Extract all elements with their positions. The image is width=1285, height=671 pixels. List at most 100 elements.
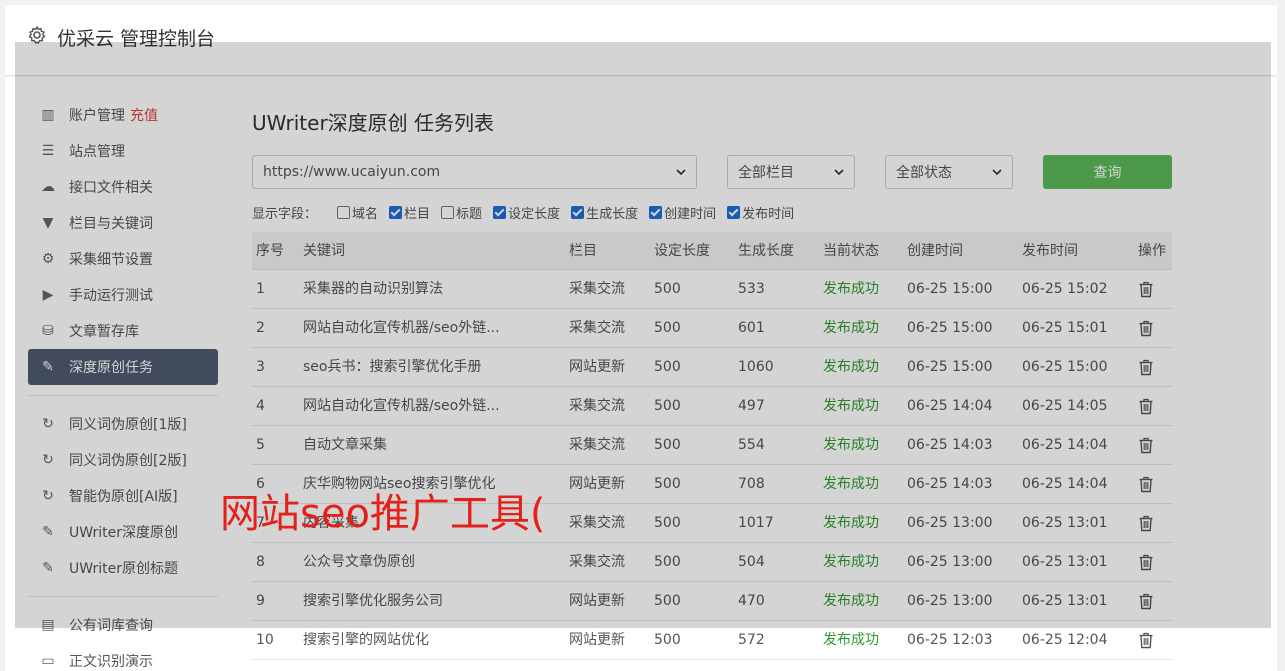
table-cell: 5 xyxy=(256,437,265,453)
table-cell: 06-25 15:00 xyxy=(1022,359,1108,375)
checkbox-box[interactable] xyxy=(337,205,351,219)
column-header: 设定长度 xyxy=(654,243,710,259)
sidebar-item[interactable]: ✎ UWriter深度原创 xyxy=(28,514,218,550)
column-header: 生成长度 xyxy=(738,243,794,259)
bar-chart-icon: ▥ xyxy=(41,107,55,123)
status-text: 发布成功 xyxy=(823,515,879,531)
sidebar-item[interactable]: ▤ 公有词库查询 xyxy=(28,607,218,643)
table-cell: 10 xyxy=(256,632,274,648)
sidebar-item[interactable]: ⛁ 文章暂存库 xyxy=(28,313,218,349)
sidebar-item[interactable]: ↻ 同义词伪原创[1版] xyxy=(28,406,218,442)
field-checkbox[interactable]: 发布时间 xyxy=(727,203,794,222)
trash-icon[interactable] xyxy=(1138,320,1154,337)
refresh-icon: ↻ xyxy=(42,488,54,504)
table-cell: 06-25 14:04 xyxy=(907,398,993,414)
sidebar-item-label: 采集细节设置 xyxy=(69,252,153,268)
checkbox-box[interactable] xyxy=(441,205,455,219)
trash-icon[interactable] xyxy=(1138,398,1154,415)
column-select[interactable]: 全部栏目 xyxy=(727,155,855,189)
table-row: 1 采集器的自动识别算法 采集交流 500 533 发布成功 06-25 15:00 06-2… xyxy=(252,270,1172,309)
sidebar-item[interactable]: ▥ 账户管理 充值 xyxy=(28,97,218,133)
table-cell: 8 xyxy=(256,554,265,570)
sidebar-divider xyxy=(28,596,218,597)
database-icon: ⛁ xyxy=(42,323,54,339)
sidebar-item-label: 同义词伪原创[1版] xyxy=(69,417,187,433)
field-checkbox[interactable]: 标题 xyxy=(441,203,482,222)
status-text: 发布成功 xyxy=(823,320,879,336)
field-checkbox[interactable]: 生成长度 xyxy=(571,203,638,222)
sidebar-item-label: UWriter原创标题 xyxy=(69,561,178,577)
table-cell: 06-25 14:03 xyxy=(907,476,993,492)
trash-icon[interactable] xyxy=(1138,476,1154,493)
content-area: ▥ 账户管理 充值 ☰ 站点管理 ☁ 接口文件相关 ▼ 栏目与关键词 ⚙ 采集细节设置 ▶ 手动运行测试… xyxy=(5,77,1277,671)
table-row: 4 网站自动化宣传机器/seo外链... 采集交流 500 497 发布成功 06-25 1… xyxy=(252,387,1172,426)
table-cell: 500 xyxy=(654,398,681,414)
checkbox-box[interactable] xyxy=(571,205,585,219)
table-cell: 06-25 14:03 xyxy=(907,437,993,453)
site-select[interactable]: https://www.ucaiyun.com xyxy=(252,155,697,189)
sidebar-item-label: 正文识别演示 xyxy=(69,654,153,670)
trash-icon[interactable] xyxy=(1138,554,1154,571)
sidebar-item[interactable]: ▭ 正文识别演示 xyxy=(28,643,218,671)
sidebar-item[interactable]: ⚙ 采集细节设置 xyxy=(28,241,218,277)
table-cell: 533 xyxy=(738,281,765,297)
checkbox-box[interactable] xyxy=(649,205,663,219)
sidebar-item[interactable]: ☁ 接口文件相关 xyxy=(28,169,218,205)
table-row: 8 公众号文章伪原创 采集交流 500 504 发布成功 06-25 13:00 06-25 … xyxy=(252,543,1172,582)
field-checkbox-label: 栏目 xyxy=(404,206,431,222)
field-checkbox[interactable]: 域名 xyxy=(337,203,378,222)
field-checkbox[interactable]: 设定长度 xyxy=(493,203,560,222)
refresh-icon: ↻ xyxy=(42,416,54,432)
table-cell: 采集交流 xyxy=(569,554,625,570)
chevron-down-icon xyxy=(676,169,686,176)
table-cell: 采集交流 xyxy=(569,515,625,531)
checkbox-box[interactable] xyxy=(389,205,403,219)
trash-icon[interactable] xyxy=(1138,632,1154,649)
table-cell: 网站更新 xyxy=(569,476,625,492)
checkbox-box[interactable] xyxy=(493,205,507,219)
table-header: 序号 关键词 栏目 设定长度 生成长度 当前状态 创建时间 发布时间 操作 xyxy=(252,232,1172,270)
sidebar-item-label: 手动运行测试 xyxy=(69,288,153,304)
table-cell: 采集交流 xyxy=(569,281,625,297)
table-row: 9 搜索引擎优化服务公司 网站更新 500 470 发布成功 06-25 13:00 06-2… xyxy=(252,582,1172,621)
field-checkbox[interactable]: 栏目 xyxy=(389,203,430,222)
table-row: 2 网站自动化宣传机器/seo外链... 采集交流 500 601 发布成功 06-25 1… xyxy=(252,309,1172,348)
field-checkbox-label: 域名 xyxy=(352,206,379,222)
table-cell: 06-25 13:00 xyxy=(907,515,993,531)
server-icon: ☰ xyxy=(41,143,55,159)
table-cell: 500 xyxy=(654,281,681,297)
checkbox-box[interactable] xyxy=(727,205,741,219)
sidebar-item-label: 文章暂存库 xyxy=(69,324,139,340)
table-row: 10 搜索引擎的网站优化 网站更新 500 572 发布成功 06-25 12:03 06-2… xyxy=(252,621,1172,660)
field-checkbox[interactable]: 创建时间 xyxy=(649,203,716,222)
table-cell: 网站自动化宣传机器/seo外链... xyxy=(303,320,500,336)
sidebar-item[interactable]: ↻ 智能伪原创[AI版] xyxy=(28,478,218,514)
trash-icon[interactable] xyxy=(1138,437,1154,454)
table-cell: 搜索引擎的网站优化 xyxy=(303,632,429,648)
sidebar-item-label: 栏目与关键词 xyxy=(69,216,153,232)
table-cell: 500 xyxy=(654,437,681,453)
table-cell: 9 xyxy=(256,593,265,609)
sidebar-item-label: UWriter深度原创 xyxy=(69,525,178,541)
sidebar-item[interactable]: ✎ 深度原创任务 xyxy=(28,349,218,385)
table-cell: 500 xyxy=(654,359,681,375)
trash-icon[interactable] xyxy=(1138,515,1154,532)
sidebar-item[interactable]: ↻ 同义词伪原创[2版] xyxy=(28,442,218,478)
column-header: 当前状态 xyxy=(823,243,879,259)
table-cell: 采集器的自动识别算法 xyxy=(303,281,443,297)
sidebar-item[interactable]: ☰ 站点管理 xyxy=(28,133,218,169)
table-cell: 公众号文章伪原创 xyxy=(303,554,415,570)
trash-icon[interactable] xyxy=(1138,281,1154,298)
table-cell: 500 xyxy=(654,476,681,492)
status-select[interactable]: 全部状态 xyxy=(885,155,1013,189)
table-cell: 500 xyxy=(654,632,681,648)
trash-icon[interactable] xyxy=(1138,359,1154,376)
gear-icon xyxy=(28,26,46,44)
sidebar-item[interactable]: ▶ 手动运行测试 xyxy=(28,277,218,313)
sidebar-item[interactable]: ▼ 栏目与关键词 xyxy=(28,205,218,241)
sidebar-item[interactable]: ✎ UWriter原创标题 xyxy=(28,550,218,586)
query-button[interactable]: 查询 xyxy=(1043,155,1172,189)
recharge-link[interactable]: 充值 xyxy=(130,105,158,125)
trash-icon[interactable] xyxy=(1138,593,1154,610)
table-cell: 网站自动化宣传机器/seo外链... xyxy=(303,398,500,414)
